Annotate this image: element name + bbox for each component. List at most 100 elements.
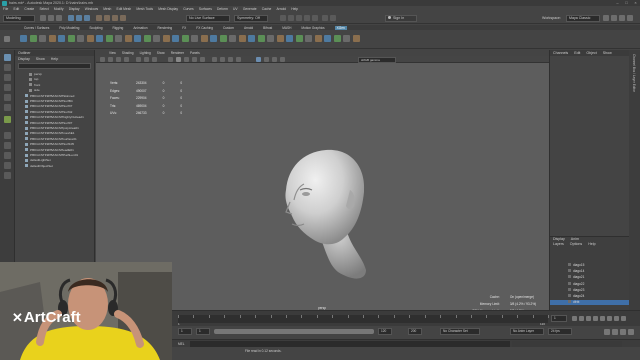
xgen-shelf-tool-icon[interactable] (343, 35, 350, 42)
xgen-shelf-tool-icon[interactable] (295, 35, 303, 42)
xgen-shelf-tool-icon[interactable] (276, 35, 284, 42)
channel-box-icon[interactable] (627, 15, 633, 21)
outliner-search-input[interactable] (18, 63, 91, 69)
last-tool-icon[interactable] (4, 116, 11, 123)
select-by-object-icon[interactable] (76, 15, 82, 21)
layer-visibility-icon[interactable] (568, 263, 571, 266)
smooth-shade-icon[interactable] (176, 56, 181, 62)
step-back-frame-icon[interactable] (586, 316, 591, 321)
mode-dropdown[interactable]: Modeling (3, 15, 35, 22)
arnold-render-icon[interactable] (330, 15, 336, 21)
select-by-component-icon[interactable] (84, 15, 90, 21)
menu-mesh-tools[interactable]: Mesh Tools (136, 7, 153, 11)
depth-of-field-icon[interactable] (280, 56, 285, 62)
layer-item[interactable]: dfrbt (550, 300, 629, 306)
layer-menu-layers[interactable]: Layers (553, 242, 564, 247)
shelf-tab-custom[interactable]: Custom (223, 26, 234, 30)
lasso-tool-icon[interactable] (4, 64, 11, 71)
go-to-start-icon[interactable] (572, 316, 577, 321)
step-back-key-icon[interactable] (579, 316, 584, 321)
select-by-hierarchy-icon[interactable] (68, 15, 74, 21)
outliner-item[interactable]: defaultLightSet (25, 158, 51, 163)
xgen-shelf-tool-icon[interactable] (305, 35, 312, 42)
outliner-menu-help[interactable]: Help (51, 56, 58, 62)
head-model[interactable] (266, 140, 386, 300)
menu-cache[interactable]: Cache (262, 7, 272, 11)
range-slider-bar[interactable] (214, 329, 374, 334)
xgen-shelf-tool-icon[interactable] (153, 35, 160, 42)
menu-curves[interactable]: Curves (183, 7, 193, 11)
outliner-item[interactable]: side (29, 88, 40, 93)
layer-menu-options[interactable]: Options (570, 242, 582, 247)
xgen-shelf-tool-icon[interactable] (48, 35, 56, 42)
workspace-dropdown[interactable]: Maya Classic (566, 15, 600, 22)
menu-windows[interactable]: Windows (85, 7, 98, 11)
ipr-render-icon[interactable] (288, 15, 294, 21)
layer-visibility-icon[interactable] (568, 294, 571, 297)
menu-edit[interactable]: Edit (14, 7, 20, 11)
xgen-shelf-tool-icon[interactable] (39, 35, 46, 42)
shelf-tab-motion-graphics[interactable]: Motion Graphics (301, 26, 324, 30)
camera-attributes-icon[interactable] (108, 56, 113, 62)
menu-mesh-display[interactable]: Mesh Display (158, 7, 178, 11)
color-management-dropdown[interactable]: sRGB gamma (358, 56, 396, 63)
xgen-shelf-tool-icon[interactable] (267, 35, 274, 42)
outliner-layout-icon[interactable] (4, 172, 11, 179)
outliner-item[interactable]: PBKGCSTF9PBASCSHsurface01 (25, 137, 77, 142)
channel-box-menu-object[interactable]: Object (586, 50, 596, 56)
motion-blur-icon[interactable] (264, 56, 269, 62)
xgen-shelf-tool-icon[interactable] (67, 35, 75, 42)
xgen-shelf-tool-icon[interactable] (248, 35, 255, 42)
step-forward-frame-icon[interactable] (607, 316, 612, 321)
playback-start-field[interactable]: 1 (196, 328, 210, 335)
xgen-shelf-tool-icon[interactable] (191, 35, 198, 42)
save-scene-icon[interactable] (56, 15, 62, 21)
outliner-item[interactable]: PBKGCSTF9PBASCSHpolyArea01 (25, 126, 79, 131)
xgen-shelf-tool-icon[interactable] (172, 35, 179, 42)
xray-icon[interactable] (220, 56, 225, 62)
shelf-menu-icon[interactable] (4, 36, 10, 42)
paint-select-tool-icon[interactable] (4, 74, 11, 81)
menu-modify[interactable]: Modify (54, 7, 64, 11)
xgen-shelf-tool-icon[interactable] (286, 35, 293, 42)
symmetry-dropdown[interactable]: Symmetry: Off (234, 15, 268, 22)
fps-dropdown[interactable]: 24 fps (548, 328, 572, 335)
layer-visibility-icon[interactable] (568, 275, 571, 279)
current-frame-field[interactable]: 1 (551, 315, 567, 322)
menu-surfaces[interactable]: Surfaces (199, 7, 212, 11)
light-editor-icon[interactable] (322, 15, 328, 21)
four-view-layout-icon[interactable] (4, 142, 11, 149)
shelf-tab-poly-modeling[interactable]: Poly Modeling (59, 26, 79, 30)
scale-tool-icon[interactable] (4, 104, 11, 111)
layer-item[interactable]: diago21 (568, 275, 584, 280)
render-frame-icon[interactable] (280, 15, 286, 21)
live-surface-field[interactable]: No Live Surface (186, 15, 230, 22)
shelf-tab-fx[interactable]: FX (182, 26, 186, 30)
side-tab-strip[interactable]: Channel Box / Layer Editor (629, 50, 640, 310)
outliner-menu-display[interactable]: Display (18, 56, 30, 62)
menu-deform[interactable]: Deform (217, 7, 228, 11)
xgen-shelf-tool-icon[interactable] (143, 35, 151, 42)
xgen-shelf-tool-icon[interactable] (229, 35, 236, 42)
playback-end-field[interactable]: 120 (378, 328, 392, 335)
camera-select-icon[interactable] (100, 56, 105, 62)
time-slider-track[interactable] (178, 315, 549, 323)
outliner-item[interactable]: PBKGCSTF9PBASCSHeadE01 (25, 148, 74, 153)
shadows-icon[interactable] (200, 56, 205, 62)
isolate-select-icon[interactable] (212, 56, 217, 62)
shelf-tab-mash[interactable]: MASH (282, 26, 291, 30)
menu-display[interactable]: Display (69, 7, 80, 11)
xgen-shelf-tool-icon[interactable] (29, 35, 37, 42)
menu-file[interactable]: File (3, 7, 8, 11)
xgen-shelf-tool-icon[interactable] (200, 35, 208, 42)
menu-create[interactable]: Create (24, 7, 34, 11)
modeling-toolkit-icon[interactable] (603, 15, 609, 21)
render-settings-icon[interactable] (296, 15, 302, 21)
shelf-tab-fx-caching[interactable]: FX Caching (196, 26, 213, 30)
anim-prefs-icon[interactable] (628, 328, 634, 335)
hypershade-icon[interactable] (304, 15, 310, 21)
xgen-shelf-tool-icon[interactable] (124, 35, 132, 42)
menu-mesh[interactable]: Mesh (103, 7, 111, 11)
play-forwards-icon[interactable] (600, 316, 605, 321)
layer-item[interactable]: diago15 (568, 263, 584, 268)
